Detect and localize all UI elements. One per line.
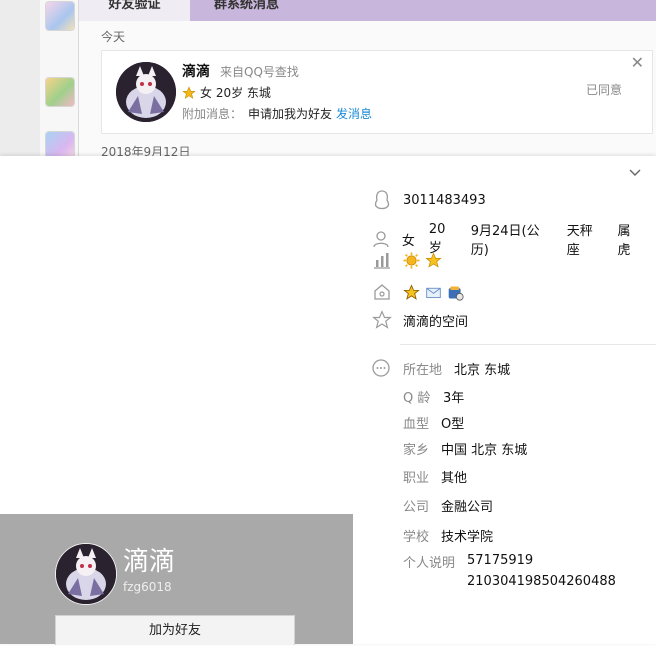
description-value-line2: 210304198504260488 — [467, 574, 616, 589]
add-friend-button[interactable]: 加为好友 — [55, 615, 295, 645]
profile-id: fzg6018 — [123, 580, 172, 594]
request-extra: 附加消息： 申请加我为好友 发消息 — [182, 105, 372, 122]
contact-avatar[interactable] — [46, 2, 74, 30]
close-icon[interactable]: ✕ — [631, 53, 644, 72]
qq-number-row: 3011483493 — [372, 190, 486, 210]
zodiac: 属虎 — [617, 224, 631, 258]
vip-star-icon[interactable] — [403, 283, 420, 301]
gender: 女 — [401, 233, 415, 249]
requester-info: 女 20岁 东城 — [182, 84, 271, 101]
friend-verification-window: 好友验证 群系统消息 今天 滴滴 来自QQ号查找 女 20岁 东城 附加消息： … — [0, 0, 656, 160]
extra-label: 附加消息： — [182, 107, 243, 121]
window-edge — [0, 0, 40, 156]
company-value: 金融公司 — [441, 500, 494, 515]
chevron-down-icon[interactable] — [628, 166, 642, 180]
occupation-label: 职业 — [403, 471, 430, 486]
friend-request-card: 滴滴 来自QQ号查找 女 20岁 东城 附加消息： 申请加我为好友 发消息 已同意 … — [101, 50, 653, 134]
extra-message: 申请加我为好友 — [248, 107, 333, 121]
constellation: 天秤座 — [566, 224, 593, 258]
blood-type-label: 血型 — [403, 417, 430, 432]
request-status: 已同意 — [585, 83, 622, 97]
level-row — [372, 250, 447, 270]
divider — [400, 344, 656, 345]
contact-avatar[interactable] — [46, 78, 74, 106]
description-value: 57175919 — [467, 553, 534, 568]
blood-type-value: O型 — [441, 417, 465, 432]
location-value: 北京 东城 — [454, 363, 511, 378]
star-level-icon — [182, 85, 196, 99]
services-row — [372, 282, 469, 302]
person-icon — [372, 229, 391, 249]
section-date-today: 今天 — [101, 30, 126, 44]
request-source: 来自QQ号查找 — [220, 65, 299, 79]
hometown-label: 家乡 — [403, 443, 430, 458]
tab-bar: 好友验证 群系统消息 — [79, 0, 656, 21]
profile-window: 3011483493 女 20岁 9月24日(公历) 天秤座 属虎 滴滴的空间 — [0, 156, 656, 645]
contact-list — [40, 0, 79, 160]
qzone-row: 滴滴的空间 — [372, 310, 468, 330]
qzone-link[interactable]: 滴滴的空间 — [403, 311, 468, 330]
mail-icon[interactable] — [425, 284, 442, 301]
requester-name[interactable]: 滴滴 — [182, 61, 210, 81]
qzone-star-icon — [372, 310, 392, 330]
profile-card: 滴滴 fzg6018 加为好友 — [0, 514, 353, 645]
qq-number[interactable]: 3011483493 — [403, 193, 486, 208]
requester-avatar[interactable] — [116, 62, 176, 122]
penguin-icon — [372, 190, 392, 210]
pet-icon[interactable] — [447, 284, 464, 301]
star-level-icon[interactable] — [425, 252, 442, 269]
messages-panel: 好友验证 群系统消息 今天 滴滴 来自QQ号查找 女 20岁 东城 附加消息： … — [78, 0, 656, 159]
qq-age-value: 3年 — [443, 391, 465, 406]
school-label: 学校 — [403, 530, 430, 545]
house-icon — [372, 282, 392, 302]
sun-level-icon[interactable] — [403, 251, 420, 269]
occupation-value: 其他 — [441, 471, 468, 486]
profile-name: 滴滴 — [123, 547, 176, 577]
qq-age-label: Q 龄 — [403, 391, 431, 406]
tab-friend-verification[interactable]: 好友验证 — [79, 0, 190, 21]
birthday: 9月24日(公历) — [470, 224, 540, 258]
location-label: 所在地 — [403, 363, 443, 378]
send-message-link[interactable]: 发消息 — [336, 107, 372, 121]
more-info-icon — [372, 359, 390, 377]
profile-avatar[interactable] — [55, 543, 117, 605]
company-label: 公司 — [403, 500, 430, 515]
level-chart-icon — [372, 250, 392, 270]
requester-info-text: 女 20岁 东城 — [200, 86, 271, 100]
description-label: 个人说明 — [403, 556, 456, 571]
school-value: 技术学院 — [441, 530, 494, 545]
tab-group-system-messages[interactable]: 群系统消息 — [214, 0, 279, 21]
hometown-value: 中国 北京 东城 — [441, 443, 528, 458]
